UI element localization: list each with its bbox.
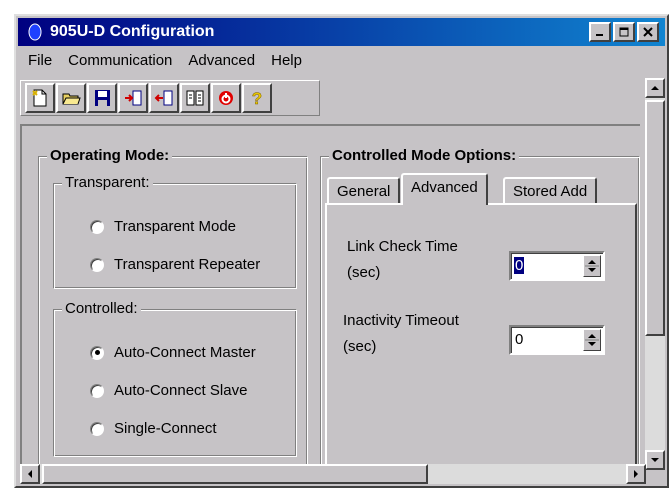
close-icon xyxy=(643,27,653,37)
inactivity-timeout-stepper[interactable] xyxy=(583,329,601,351)
close-button[interactable] xyxy=(637,22,659,42)
menu-bar: File Communication Advanced Help xyxy=(20,50,310,72)
auto-connect-master-label: Auto-Connect Master xyxy=(114,344,256,361)
operating-mode-group: Operating Mode: Transparent: Transparent… xyxy=(38,147,308,476)
save-disk-icon xyxy=(95,90,110,106)
radio-selected-dot xyxy=(94,350,100,355)
svg-text:?: ? xyxy=(252,89,262,108)
inactivity-timeout-unit: (sec) xyxy=(343,338,377,355)
toolbar: ? xyxy=(20,80,320,116)
vertical-scrollbar[interactable] xyxy=(645,78,665,470)
advanced-tab-panel: Link Check Time (sec) 0 Inactivity Timeo… xyxy=(325,203,637,483)
controlled-title: Controlled: xyxy=(62,300,141,317)
horizontal-scroll-thumb[interactable] xyxy=(42,464,428,484)
arrow-up-icon xyxy=(651,86,659,90)
inactivity-timeout-label: Inactivity Timeout xyxy=(343,312,459,329)
reset-icon xyxy=(219,91,233,105)
upload-button[interactable] xyxy=(149,83,179,113)
spin-up-down-icon xyxy=(585,260,599,272)
minimize-icon xyxy=(596,34,603,36)
help-button[interactable]: ? xyxy=(242,83,272,113)
auto-connect-master-option[interactable]: Auto-Connect Master xyxy=(90,344,256,361)
transparent-title: Transparent: xyxy=(62,174,153,191)
new-button[interactable] xyxy=(25,83,55,113)
horizontal-scrollbar[interactable] xyxy=(20,464,646,484)
transparent-repeater-radio[interactable] xyxy=(90,257,104,272)
maximize-button[interactable] xyxy=(613,22,635,42)
inactivity-timeout-value[interactable]: 0 xyxy=(514,331,524,348)
single-connect-option[interactable]: Single-Connect xyxy=(90,420,217,437)
arrow-left-icon xyxy=(28,470,32,478)
new-file-icon xyxy=(32,89,47,107)
save-button[interactable] xyxy=(87,83,117,113)
vertical-scroll-thumb[interactable] xyxy=(645,100,665,336)
auto-connect-slave-radio[interactable] xyxy=(90,383,104,398)
open-button[interactable] xyxy=(56,83,86,113)
link-check-time-spinner[interactable]: 0 xyxy=(509,251,605,281)
link-check-time-value[interactable]: 0 xyxy=(514,257,525,274)
auto-connect-slave-label: Auto-Connect Slave xyxy=(114,382,248,399)
inactivity-timeout-spinner[interactable]: 0 xyxy=(509,325,605,355)
arrow-down-icon xyxy=(651,458,659,462)
operating-mode-title: Operating Mode: xyxy=(47,147,173,164)
link-check-time-stepper[interactable] xyxy=(583,255,601,277)
maximize-icon xyxy=(619,27,629,37)
transparent-repeater-option[interactable]: Transparent Repeater xyxy=(90,256,260,273)
menu-help[interactable]: Help xyxy=(263,50,310,72)
scroll-left-button[interactable] xyxy=(20,464,40,484)
transparent-mode-radio[interactable] xyxy=(90,219,104,234)
single-connect-radio[interactable] xyxy=(90,421,104,436)
open-folder-icon xyxy=(62,93,81,105)
tab-stored-addresses[interactable]: Stored Add xyxy=(503,177,598,205)
window-title: 905U-D Configuration xyxy=(50,23,215,40)
arrow-right-icon xyxy=(634,470,638,478)
config-panel: Operating Mode: Transparent: Transparent… xyxy=(20,124,640,483)
transparent-group: Transparent: Transparent Mode Transparen… xyxy=(53,174,297,289)
scroll-right-button[interactable] xyxy=(626,464,646,484)
tab-general[interactable]: General xyxy=(327,177,401,205)
link-check-time-unit: (sec) xyxy=(347,264,381,281)
controlled-options-group: Controlled Mode Options: General Advance… xyxy=(320,147,640,483)
menu-advanced[interactable]: Advanced xyxy=(180,50,263,72)
compare-button[interactable] xyxy=(180,83,210,113)
link-check-time-label: Link Check Time xyxy=(347,238,458,255)
spin-up-down-icon xyxy=(585,334,599,346)
auto-connect-master-radio[interactable] xyxy=(90,345,104,360)
app-icon xyxy=(28,23,42,41)
menu-communication[interactable]: Communication xyxy=(60,50,180,72)
auto-connect-slave-option[interactable]: Auto-Connect Slave xyxy=(90,382,247,399)
compare-icon xyxy=(186,90,204,106)
download-icon xyxy=(125,90,142,106)
menu-file[interactable]: File xyxy=(20,50,60,72)
controlled-group: Controlled: Auto-Connect Master Auto-Con… xyxy=(53,300,297,457)
transparent-mode-option[interactable]: Transparent Mode xyxy=(90,218,236,235)
upload-icon xyxy=(154,90,173,106)
single-connect-label: Single-Connect xyxy=(114,420,217,437)
scroll-down-button[interactable] xyxy=(645,450,665,470)
title-bar[interactable]: 905U-D Configuration xyxy=(18,18,665,46)
scroll-up-button[interactable] xyxy=(645,78,665,98)
minimize-button[interactable] xyxy=(589,22,611,42)
transparent-mode-label: Transparent Mode xyxy=(114,218,237,235)
download-button[interactable] xyxy=(118,83,148,113)
tab-advanced[interactable]: Advanced xyxy=(401,173,488,205)
reset-button[interactable] xyxy=(211,83,241,113)
help-icon: ? xyxy=(252,89,263,108)
controlled-options-title: Controlled Mode Options: xyxy=(329,147,520,164)
app-window: 905U-D Configuration File Communication … xyxy=(14,14,669,488)
transparent-repeater-label: Transparent Repeater xyxy=(114,256,261,273)
